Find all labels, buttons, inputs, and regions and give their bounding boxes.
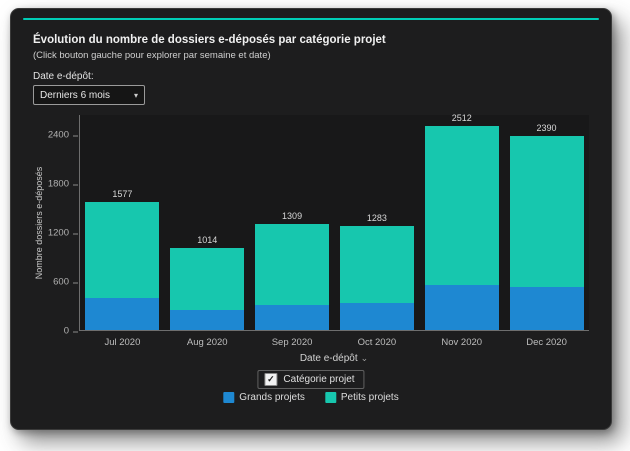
color-chip-petits-projets (325, 392, 336, 403)
bar-segment-petits-projets[interactable] (85, 202, 159, 297)
legend-label-petits-projets: Petits projets (341, 392, 399, 403)
bar-total-label: 2512 (452, 113, 472, 123)
x-axis-title-text: Date e-dépôt (300, 353, 358, 364)
y-tick-label: 1800 (48, 179, 69, 190)
bar-column: 2512Nov 2020 (425, 115, 499, 330)
accent-bar (23, 18, 599, 20)
bar-segment-grands-projets[interactable] (425, 285, 499, 330)
app-window: Évolution du nombre de dossiers e-déposé… (10, 8, 612, 430)
bar-total-label: 2390 (537, 123, 557, 133)
bar-total-label: 1309 (282, 211, 302, 221)
checkbox-icon[interactable]: ✓ (264, 373, 277, 386)
plot-area: 1577Jul 20201014Aug 20201309Sep 20201283… (79, 115, 589, 331)
bar-segment-petits-projets[interactable] (340, 226, 414, 303)
x-tick-label: Aug 2020 (187, 337, 228, 348)
color-chip-grands-projets (223, 392, 234, 403)
y-tick-label: 0 (64, 326, 69, 337)
bar-segment-petits-projets[interactable] (510, 136, 584, 287)
x-tick-label: Nov 2020 (441, 337, 482, 348)
date-filter-dropdown[interactable]: Derniers 6 mois ▾ (33, 85, 145, 105)
bar-column: 1577Jul 2020 (85, 115, 159, 330)
filter-label: Date e-dépôt: (33, 71, 94, 82)
chart-title: Évolution du nombre de dossiers e-déposé… (33, 34, 386, 46)
caret-down-icon: ▾ (134, 91, 138, 100)
x-tick-label: Oct 2020 (358, 337, 397, 348)
bar-segment-petits-projets[interactable] (425, 126, 499, 284)
y-tick-label: 600 (53, 277, 69, 288)
legend-item-petits-projets[interactable]: Petits projets (325, 392, 399, 403)
check-icon: ✓ (267, 375, 275, 384)
bar-segment-grands-projets[interactable] (255, 305, 329, 330)
bar-segment-petits-projets[interactable] (255, 224, 329, 305)
bar-segment-grands-projets[interactable] (170, 310, 244, 330)
legend: Grands projets Petits projets (223, 392, 398, 403)
legend-title-control[interactable]: ✓ Catégorie projet (257, 370, 364, 389)
bar-total-label: 1014 (197, 235, 217, 245)
bar-total-label: 1577 (112, 189, 132, 199)
legend-label-grands-projets: Grands projets (239, 392, 305, 403)
legend-item-grands-projets[interactable]: Grands projets (223, 392, 305, 403)
x-tick-label: Sep 2020 (272, 337, 313, 348)
bar-column: 1283Oct 2020 (340, 115, 414, 330)
date-filter-value: Derniers 6 mois (40, 90, 110, 101)
y-axis-ticks: 0600120018002400 (33, 115, 79, 331)
x-axis-title[interactable]: Date e-dépôt⌄ (79, 353, 589, 364)
chart-subtitle: (Click bouton gauche pour explorer par s… (33, 50, 271, 61)
bar-column: 2390Dec 2020 (510, 115, 584, 330)
x-tick-label: Dec 2020 (526, 337, 567, 348)
chart-area: Nombre dossiers e-déposés 06001200180024… (33, 115, 589, 331)
y-tick-label: 1200 (48, 228, 69, 239)
bar-segment-grands-projets[interactable] (340, 303, 414, 330)
x-tick-label: Jul 2020 (104, 337, 140, 348)
bar-total-label: 1283 (367, 213, 387, 223)
bar-segment-grands-projets[interactable] (510, 287, 584, 330)
chevron-down-icon: ⌄ (361, 353, 369, 363)
bar-segment-grands-projets[interactable] (85, 298, 159, 330)
bar-column: 1309Sep 2020 (255, 115, 329, 330)
bar-segment-petits-projets[interactable] (170, 248, 244, 310)
page: { "window": { "background": "#1d1d1e", "… (0, 0, 630, 451)
bar-column: 1014Aug 2020 (170, 115, 244, 330)
y-tick-label: 2400 (48, 130, 69, 141)
legend-title: Catégorie projet (283, 374, 354, 385)
